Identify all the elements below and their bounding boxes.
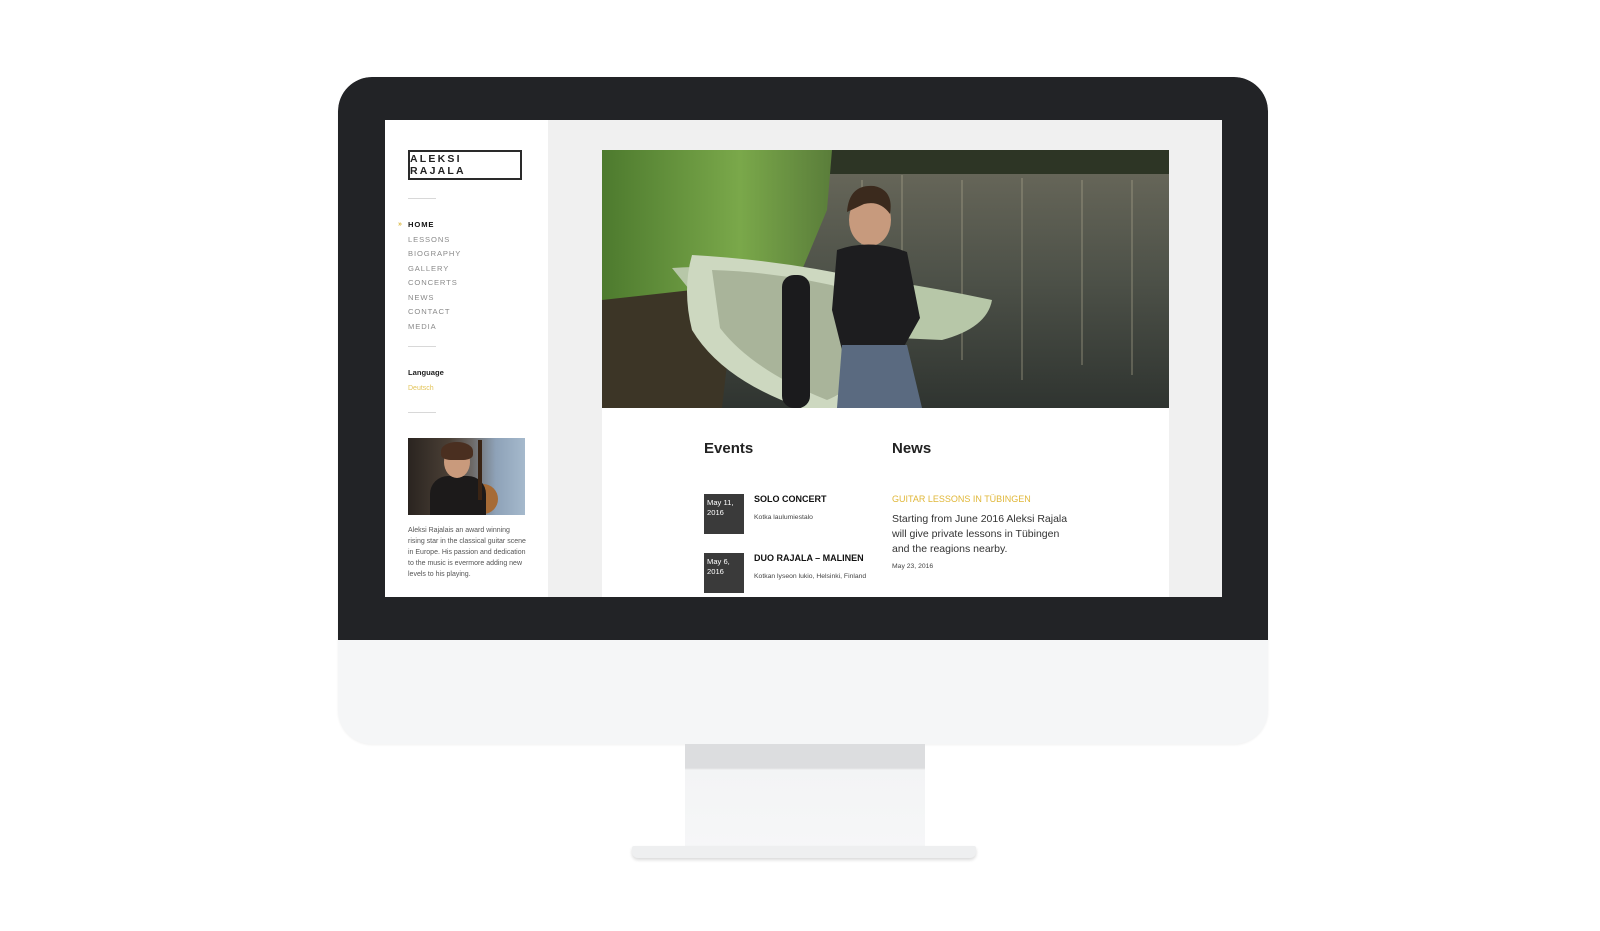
nav-item-biography[interactable]: BIOGRAPHY (408, 247, 461, 262)
nav-item-label: BIOGRAPHY (408, 249, 462, 258)
nav-item-lessons[interactable]: LESSONS (408, 233, 461, 248)
divider (408, 198, 436, 199)
nav-item-label: MEDIA (408, 321, 437, 331)
nav-item-label: CONCERTS (408, 278, 458, 287)
website-screen: ALEKSI RAJALA » HOME LESSONS BIOGRAPHY G… (385, 120, 1222, 597)
nav-item-label: HOME (408, 220, 435, 229)
event-title[interactable]: DUO RAJALA – MALINEN (754, 553, 864, 563)
divider (408, 346, 436, 347)
nav-item-label: NEWS (408, 292, 435, 302)
monitor-stand-neck (685, 744, 925, 854)
event-date-box: May 11, 2016 (704, 494, 744, 534)
hero-image (602, 150, 1169, 408)
artist-thumbnail (408, 438, 525, 515)
news-text: Starting from June 2016 Aleksi Rajala wi… (892, 513, 1068, 555)
language-option-deutsch[interactable]: Deutsch (408, 385, 434, 392)
nav-item-label: GALLERY (408, 263, 450, 273)
main-content: Events News May 11, 2016 SOLO CONCERT Ko… (602, 150, 1169, 597)
event-venue: Kotkan lyseon lukio, Helsinki, Finland (754, 573, 867, 580)
news-heading: News (892, 440, 932, 457)
news-title-link[interactable]: GUITAR LESSONS IN TÜBINGEN (892, 494, 1031, 504)
sidebar: ALEKSI RAJALA » HOME LESSONS BIOGRAPHY G… (385, 120, 548, 597)
nav-item-gallery[interactable]: GALLERY (408, 262, 461, 277)
active-marker-icon: » (398, 221, 403, 228)
main-nav: » HOME LESSONS BIOGRAPHY GALLERY CONCERT… (398, 218, 461, 335)
artist-bio: Aleksi Rajalais an award winning rising … (408, 527, 526, 578)
event-title[interactable]: SOLO CONCERT (754, 494, 827, 504)
divider (408, 412, 436, 413)
nav-item-news[interactable]: NEWS (408, 291, 461, 306)
monitor-stand-base (632, 846, 976, 858)
nav-item-contact[interactable]: CONTACT (408, 305, 461, 320)
news-date: May 23, 2016 (892, 563, 934, 570)
language-heading: Language (408, 368, 444, 377)
nav-item-media[interactable]: MEDIA (408, 320, 461, 335)
event-venue: Kotka laulumiestalo (754, 514, 813, 521)
nav-item-label: CONTACT (408, 307, 451, 316)
nav-item-label: LESSONS (408, 234, 451, 244)
events-heading: Events (704, 440, 754, 457)
event-date-box: May 6, 2016 (704, 553, 744, 593)
nav-item-concerts[interactable]: CONCERTS (408, 276, 461, 291)
site-logo[interactable]: ALEKSI RAJALA (408, 150, 522, 180)
nav-item-home[interactable]: » HOME (398, 218, 461, 233)
